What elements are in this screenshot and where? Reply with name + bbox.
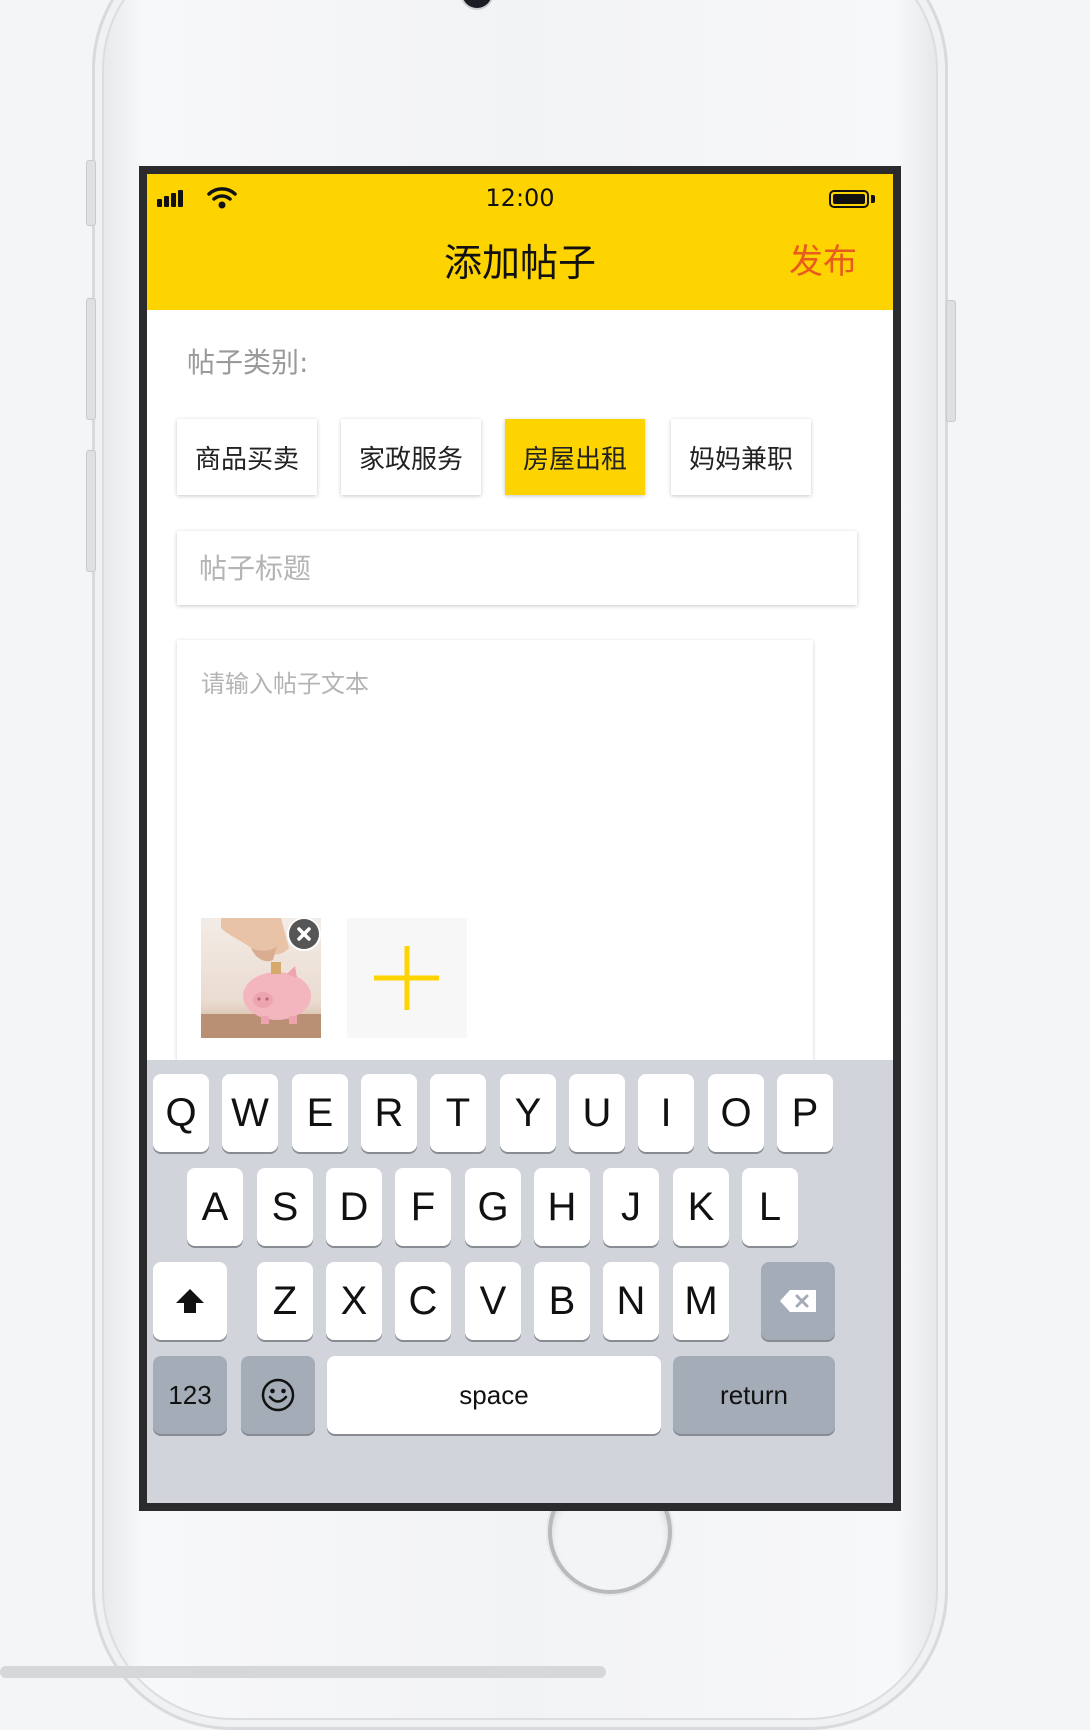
phone-screen: 12:00 添加帖子 发布 帖子类别: 商品买卖 家政服务 房屋出租 妈妈兼职 <box>139 166 901 1511</box>
status-bar: 12:00 <box>147 174 893 218</box>
category-option-parttime[interactable]: 妈妈兼职 <box>671 419 811 495</box>
key-d[interactable]: D <box>326 1168 382 1246</box>
key-z[interactable]: Z <box>257 1262 313 1340</box>
key-q[interactable]: Q <box>153 1074 209 1152</box>
category-option-rental[interactable]: 房屋出租 <box>505 419 645 495</box>
remove-image-button[interactable] <box>289 919 319 949</box>
key-w[interactable]: W <box>222 1074 278 1152</box>
app-header: 12:00 添加帖子 发布 <box>147 174 893 310</box>
battery-tip <box>871 195 875 203</box>
key-j[interactable]: J <box>603 1168 659 1246</box>
emoji-key[interactable] <box>241 1356 315 1434</box>
backspace-key[interactable] <box>761 1262 835 1340</box>
key-e[interactable]: E <box>292 1074 348 1152</box>
category-label: 帖子类别: <box>187 346 309 379</box>
key-o[interactable]: O <box>708 1074 764 1152</box>
key-l[interactable]: L <box>742 1168 798 1246</box>
shift-arrow-icon <box>176 1289 204 1313</box>
key-h[interactable]: H <box>534 1168 590 1246</box>
status-time: 12:00 <box>485 184 555 212</box>
key-u[interactable]: U <box>569 1074 625 1152</box>
return-key[interactable]: return <box>673 1356 835 1434</box>
numbers-key[interactable]: 123 <box>153 1356 227 1434</box>
category-option-goods[interactable]: 商品买卖 <box>177 419 317 495</box>
power-button <box>946 300 956 422</box>
key-s[interactable]: S <box>257 1168 313 1246</box>
key-n[interactable]: N <box>603 1262 659 1340</box>
close-icon <box>297 927 311 941</box>
plus-icon <box>374 946 439 1010</box>
category-option-housekeeping[interactable]: 家政服务 <box>341 419 481 495</box>
publish-button[interactable]: 发布 <box>789 234 857 283</box>
shift-key[interactable] <box>153 1262 227 1340</box>
key-m[interactable]: M <box>673 1262 729 1340</box>
key-y[interactable]: Y <box>500 1074 556 1152</box>
key-k[interactable]: K <box>673 1168 729 1246</box>
volume-up-button <box>86 298 96 420</box>
front-camera <box>462 0 492 8</box>
key-t[interactable]: T <box>430 1074 486 1152</box>
key-a[interactable]: A <box>187 1168 243 1246</box>
battery-icon <box>829 190 869 208</box>
key-r[interactable]: R <box>361 1074 417 1152</box>
key-i[interactable]: I <box>638 1074 694 1152</box>
key-c[interactable]: C <box>395 1262 451 1340</box>
add-image-button[interactable] <box>347 918 467 1038</box>
key-b[interactable]: B <box>534 1262 590 1340</box>
smiley-icon <box>261 1378 295 1412</box>
page-title: 添加帖子 <box>443 241 596 285</box>
backspace-icon <box>780 1290 816 1312</box>
mute-switch <box>86 160 96 226</box>
key-p[interactable]: P <box>777 1074 833 1152</box>
key-x[interactable]: X <box>326 1262 382 1340</box>
space-key[interactable]: space <box>327 1356 661 1434</box>
virtual-keyboard: Q W E R T Y U I O P A S D F G H J K L Z <box>147 1060 893 1503</box>
category-selector: 商品买卖 家政服务 房屋出租 妈妈兼职 <box>177 419 857 499</box>
page-scrollbar[interactable] <box>0 1666 606 1678</box>
key-g[interactable]: G <box>465 1168 521 1246</box>
key-f[interactable]: F <box>395 1168 451 1246</box>
key-v[interactable]: V <box>465 1262 521 1340</box>
post-title-input[interactable] <box>177 531 857 605</box>
volume-down-button <box>86 450 96 572</box>
post-content-input[interactable] <box>199 662 803 866</box>
